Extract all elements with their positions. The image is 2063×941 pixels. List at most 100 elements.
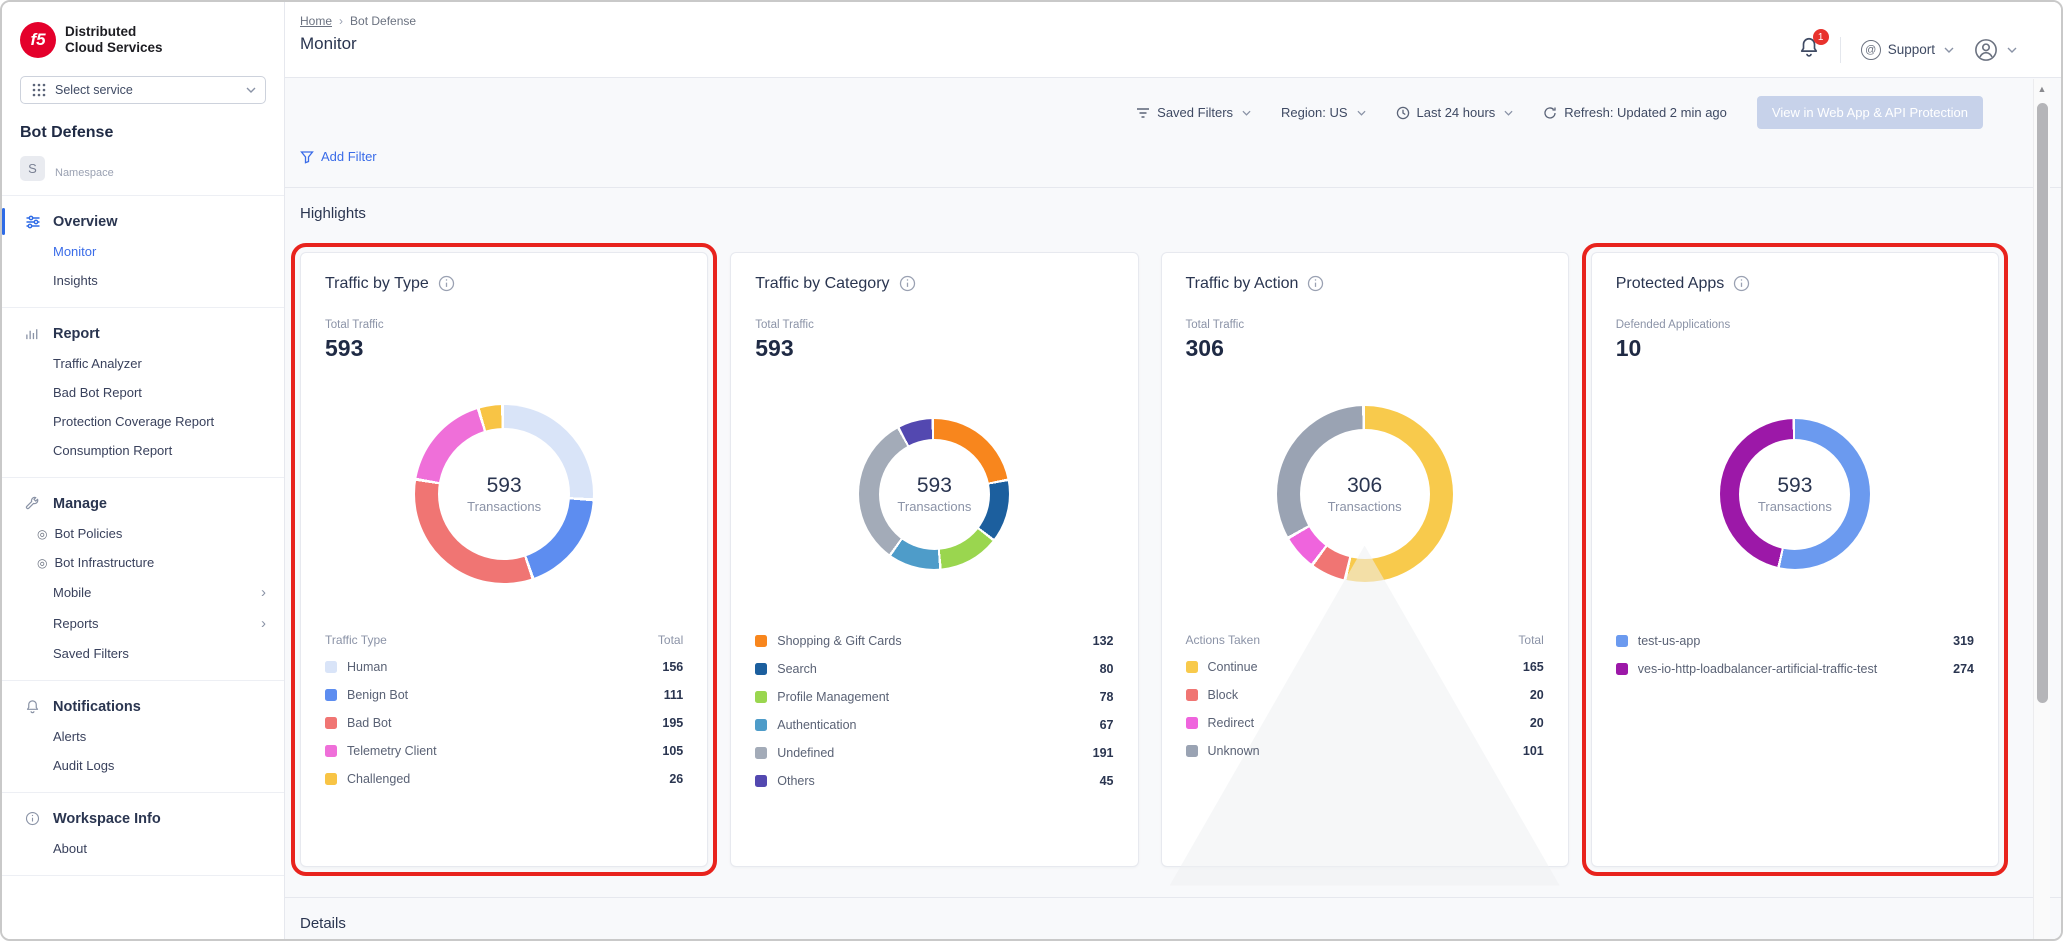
view-in-waap-button[interactable]: View in Web App & API Protection [1757, 96, 1983, 129]
saved-filters-dropdown[interactable]: Saved Filters [1136, 105, 1251, 120]
sidebar-item-bot-policies[interactable]: ◎Bot Policies [2, 519, 284, 548]
region-dropdown[interactable]: Region: US [1281, 105, 1365, 120]
legend-value: 156 [662, 660, 683, 674]
notifications-bell-button[interactable]: 1 [1798, 36, 1820, 63]
legend-row-authentication[interactable]: Authentication67 [755, 711, 1113, 739]
scroll-up-button[interactable]: ▲ [2034, 79, 2050, 99]
sidebar-item-bad-bot-report[interactable]: Bad Bot Report [2, 378, 284, 407]
breadcrumb-home[interactable]: Home [300, 14, 332, 28]
donut-wrap: 306Transactions [1186, 362, 1544, 627]
info-icon[interactable] [438, 275, 455, 292]
brand-logo[interactable]: f5 Distributed Cloud Services [2, 16, 284, 68]
sidebar-item-about[interactable]: About [2, 834, 284, 863]
donut-center: 593Transactions [438, 428, 570, 560]
legend-value: 67 [1100, 718, 1114, 732]
donut-center: 593Transactions [1739, 439, 1850, 550]
legend-row-human[interactable]: Human156 [325, 653, 683, 681]
legend-row-others[interactable]: Others45 [755, 767, 1113, 795]
sidebar-heading-workspace-info[interactable]: Workspace Info [2, 803, 284, 834]
sidebar-item-monitor[interactable]: Monitor [2, 237, 284, 266]
support-menu[interactable]: @ Support [1861, 40, 1954, 60]
vertical-scrollbar[interactable]: ▲ [2033, 79, 2050, 939]
breadcrumb-bot-defense[interactable]: Bot Defense [350, 14, 416, 28]
sidebar-item-mobile[interactable]: Mobile› [2, 577, 284, 608]
sidebar-heading-manage[interactable]: Manage [2, 488, 284, 519]
sidebar-heading-overview[interactable]: Overview [2, 206, 284, 237]
sidebar-section-label: Manage [53, 496, 107, 512]
card-traffic-by-type: Traffic by TypeTotal Traffic593593Transa… [300, 252, 708, 867]
target-icon: ◎ [37, 527, 47, 541]
sidebar-item-alerts[interactable]: Alerts [2, 722, 284, 751]
breadcrumb: Home Bot Defense [300, 14, 416, 28]
sidebar-section-label: Overview [53, 214, 118, 230]
sidebar-item-protection-coverage-report[interactable]: Protection Coverage Report [2, 407, 284, 436]
time-range-dropdown[interactable]: Last 24 hours [1396, 105, 1514, 120]
card-metric: Defended Applications10 [1616, 319, 1974, 362]
legend-row-block[interactable]: Block20 [1186, 681, 1544, 709]
legend-row-challenged[interactable]: Challenged26 [325, 765, 683, 793]
sidebar-item-reports[interactable]: Reports› [2, 608, 284, 639]
legend-row-search[interactable]: Search80 [755, 655, 1113, 683]
legend-swatch [325, 745, 337, 757]
card-legend: Shopping & Gift Cards132Search80Profile … [755, 627, 1113, 795]
metric-value: 593 [755, 335, 1113, 362]
legend-header-total: Total [1518, 633, 1543, 647]
sidebar-item-saved-filters[interactable]: Saved Filters [2, 639, 284, 668]
legend-swatch [1616, 663, 1628, 675]
donut-chart[interactable]: 593Transactions [415, 405, 593, 583]
sidebar-item-traffic-analyzer[interactable]: Traffic Analyzer [2, 349, 284, 378]
sidebar-item-label: Bot Infrastructure [54, 555, 154, 570]
card-metric: Total Traffic593 [325, 319, 683, 362]
metric-value: 593 [325, 335, 683, 362]
sidebar-item-bot-infrastructure[interactable]: ◎Bot Infrastructure [2, 548, 284, 577]
legend-value: 195 [662, 716, 683, 730]
sidebar-item-consumption-report[interactable]: Consumption Report [2, 436, 284, 465]
sidebar-item-audit-logs[interactable]: Audit Logs [2, 751, 284, 780]
card-title-row: Traffic by Action [1186, 275, 1544, 293]
legend-row-bad-bot[interactable]: Bad Bot195 [325, 709, 683, 737]
select-service-label: Select service [55, 83, 236, 97]
info-icon[interactable] [1733, 275, 1750, 292]
funnel-icon [300, 150, 314, 164]
legend-row-unknown[interactable]: Unknown101 [1186, 737, 1544, 765]
info-icon[interactable] [899, 275, 916, 292]
legend-value: 111 [664, 688, 683, 702]
chevron-down-icon [246, 87, 256, 93]
legend-row-continue[interactable]: Continue165 [1186, 653, 1544, 681]
namespace-selector[interactable]: S Namespace [2, 148, 284, 196]
brand-name: Distributed Cloud Services [65, 24, 163, 55]
app-window: f5 Distributed Cloud Services Select ser… [0, 0, 2063, 941]
user-account-menu[interactable] [1974, 38, 2017, 62]
card-traffic-by-category: Traffic by CategoryTotal Traffic593593Tr… [730, 252, 1138, 867]
donut-chart[interactable]: 593Transactions [1720, 419, 1870, 569]
legend-row-redirect[interactable]: Redirect20 [1186, 709, 1544, 737]
scrollbar-thumb[interactable] [2037, 103, 2048, 703]
select-service-dropdown[interactable]: Select service [20, 76, 266, 104]
card-metric: Total Traffic593 [755, 319, 1113, 362]
legend-swatch [755, 663, 767, 675]
donut-chart[interactable]: 593Transactions [859, 419, 1009, 569]
refresh-icon [1543, 106, 1557, 120]
card-legend: test-us-app319ves-io-http-loadbalancer-a… [1616, 627, 1974, 683]
support-icon: @ [1861, 40, 1881, 60]
legend-swatch [325, 661, 337, 673]
card-metric: Total Traffic306 [1186, 319, 1544, 362]
legend-row-test-us-app[interactable]: test-us-app319 [1616, 627, 1974, 655]
legend-row-shopping-gift-cards[interactable]: Shopping & Gift Cards132 [755, 627, 1113, 655]
donut-center-label: Transactions [1328, 499, 1402, 514]
donut-chart[interactable]: 306Transactions [1277, 406, 1453, 582]
info-icon[interactable] [1307, 275, 1324, 292]
sidebar-item-insights[interactable]: Insights [2, 266, 284, 295]
legend-label: Search [777, 662, 1089, 676]
add-filter-button[interactable]: Add Filter [300, 149, 377, 164]
legend-row-telemetry-client[interactable]: Telemetry Client105 [325, 737, 683, 765]
legend-row-ves-io-http-loadbalancer-artificial-traffic-test[interactable]: ves-io-http-loadbalancer-artificial-traf… [1616, 655, 1974, 683]
refresh-button[interactable]: Refresh: Updated 2 min ago [1543, 105, 1727, 120]
sidebar-heading-report[interactable]: Report [2, 318, 284, 349]
workspace-info-icon [24, 810, 41, 827]
sidebar-section-label: Notifications [53, 699, 141, 715]
legend-row-undefined[interactable]: Undefined191 [755, 739, 1113, 767]
sidebar-heading-notifications[interactable]: Notifications [2, 691, 284, 722]
legend-row-profile-management[interactable]: Profile Management78 [755, 683, 1113, 711]
legend-row-benign-bot[interactable]: Benign Bot111 [325, 681, 683, 709]
